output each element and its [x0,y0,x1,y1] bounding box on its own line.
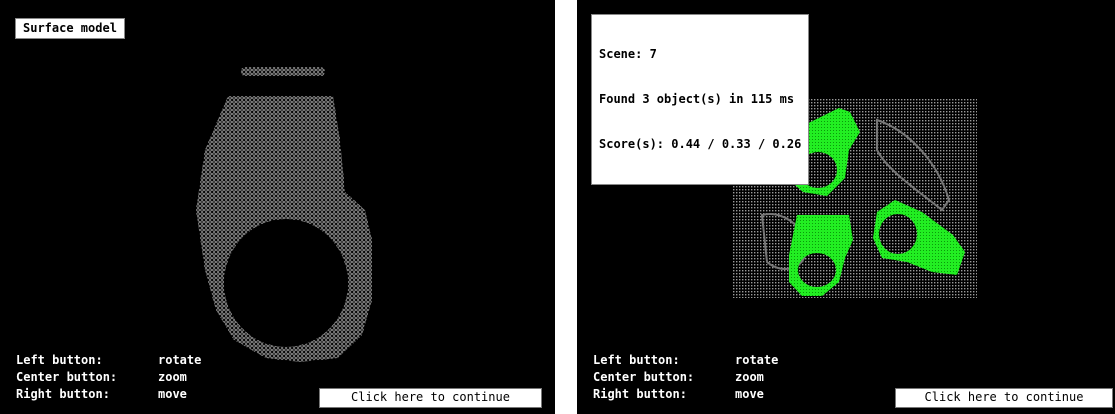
control-row: Left button: rotate [16,352,201,369]
surface-model-window[interactable]: Surface model Left button: rotate Center … [0,0,555,414]
control-row: Center button: zoom [16,369,201,386]
control-button-name: Center button: [16,370,118,384]
control-action: zoom [158,370,187,384]
scene-number: Scene: 7 [599,47,657,61]
model-ring-shape [196,96,372,362]
scores-text: Score(s): 0.44 / 0.33 / 0.26 [599,137,802,151]
control-action: move [158,387,187,401]
control-button-name: Left button: [593,353,680,367]
control-action: zoom [735,370,764,384]
control-row: Left button: rotate [593,352,778,369]
found-objects-text: Found 3 object(s) in 115 ms [599,92,795,106]
control-button-name: Right button: [16,387,110,401]
control-button-name: Right button: [593,387,687,401]
model-top-slab [241,67,325,76]
mouse-controls-legend: Left button: rotate Center button: zoom Ri… [593,352,778,403]
scene-info-box: Scene: 7 Found 3 object(s) in 115 ms Sco… [591,14,810,185]
control-row: Center button: zoom [593,369,778,386]
continue-button[interactable]: Click here to continue [895,388,1113,408]
control-row: Right button: move [16,386,201,403]
control-button-name: Left button: [16,353,103,367]
control-button-name: Center button: [593,370,695,384]
continue-button[interactable]: Click here to continue [319,388,542,408]
control-action: rotate [735,353,779,367]
view-title: Surface model [15,18,125,39]
mouse-controls-legend: Left button: rotate Center button: zoom Ri… [16,352,201,403]
control-action: rotate [158,353,202,367]
control-row: Right button: move [593,386,778,403]
control-action: move [735,387,764,401]
scene-match-window[interactable]: Scene: 7 Found 3 object(s) in 115 ms Sco… [577,0,1115,414]
